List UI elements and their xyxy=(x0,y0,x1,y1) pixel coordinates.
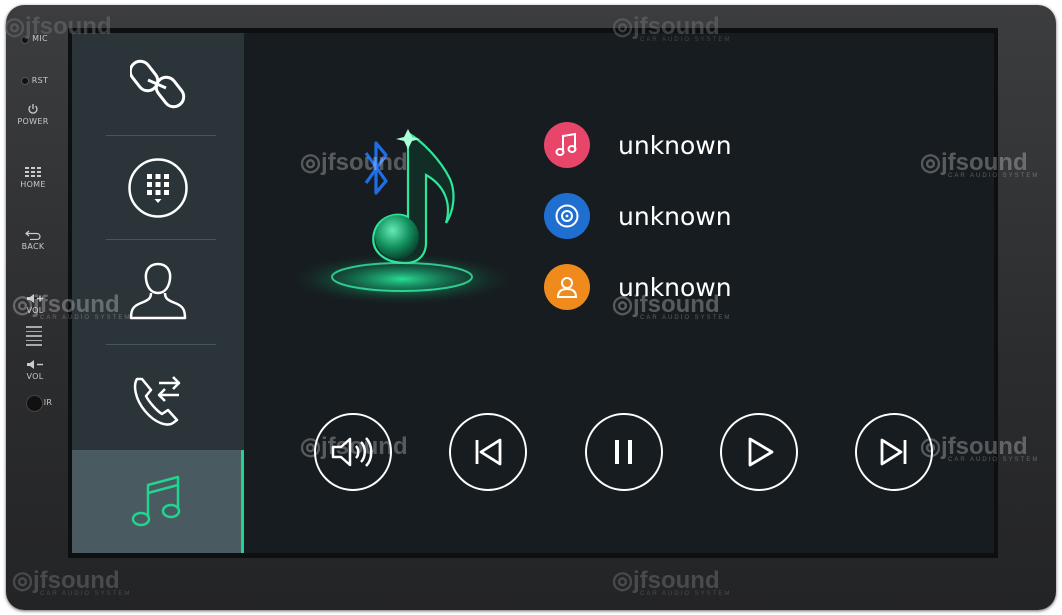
call-transfer-icon xyxy=(133,376,181,426)
back-text: BACK xyxy=(21,242,45,251)
contact-icon xyxy=(129,262,187,320)
vol-up-text: VOL xyxy=(26,306,44,315)
previous-track-button[interactable] xyxy=(449,413,527,491)
link-icon xyxy=(130,59,186,109)
sidebar-item-music[interactable] xyxy=(72,450,244,553)
home-button[interactable]: HOME xyxy=(13,166,53,189)
ir-label: IR xyxy=(33,398,63,407)
volume-down-button[interactable]: VOL xyxy=(15,359,55,381)
album-disc-icon xyxy=(544,193,590,239)
dialpad-icon xyxy=(128,157,188,218)
track-album: unknown xyxy=(618,201,732,231)
power-text: POWER xyxy=(17,117,49,126)
music-icon xyxy=(131,475,180,526)
volume-grip-lines xyxy=(26,326,42,346)
power-button[interactable]: POWER xyxy=(13,103,53,126)
sidebar-item-link[interactable] xyxy=(72,33,244,135)
track-artist-row: unknown xyxy=(544,264,732,310)
ir-text: IR xyxy=(43,398,53,407)
screen: unknown unknown unknown xyxy=(72,33,994,553)
skip-previous-icon xyxy=(475,438,502,466)
sidebar xyxy=(72,33,244,553)
track-album-row: unknown xyxy=(544,193,732,239)
pause-button[interactable] xyxy=(585,413,663,491)
mic-label: MIC xyxy=(22,34,58,43)
track-title-row: unknown xyxy=(544,122,732,168)
next-track-button[interactable] xyxy=(855,413,933,491)
artist-person-icon xyxy=(544,264,590,310)
sidebar-item-dialpad[interactable] xyxy=(72,136,244,239)
play-icon xyxy=(748,437,774,467)
home-grid-icon xyxy=(25,167,41,177)
rst-label: RST xyxy=(22,76,58,85)
skip-next-icon xyxy=(880,438,907,466)
rst-text: RST xyxy=(31,76,49,85)
home-text: HOME xyxy=(20,180,46,189)
pause-icon xyxy=(615,440,632,464)
track-artist: unknown xyxy=(618,272,732,302)
mic-text: MIC xyxy=(32,34,48,43)
volume-down-icon xyxy=(27,360,43,369)
sidebar-item-call-transfer[interactable] xyxy=(72,345,244,449)
volume-up-icon xyxy=(27,294,43,303)
music-player-main: unknown unknown unknown xyxy=(244,33,994,553)
volume-up-button[interactable]: VOL xyxy=(15,293,55,315)
power-icon xyxy=(28,104,38,114)
vol-down-text: VOL xyxy=(26,372,44,381)
speaker-volume-icon xyxy=(331,437,373,467)
music-note-icon xyxy=(544,122,590,168)
bluetooth-icon xyxy=(364,141,388,195)
play-button[interactable] xyxy=(720,413,798,491)
back-arrow-icon xyxy=(25,230,41,240)
back-button[interactable]: BACK xyxy=(13,230,53,251)
track-title: unknown xyxy=(618,130,732,160)
sidebar-item-contacts[interactable] xyxy=(72,240,244,344)
sound-settings-button[interactable] xyxy=(314,413,392,491)
album-art-music-note xyxy=(290,129,514,305)
